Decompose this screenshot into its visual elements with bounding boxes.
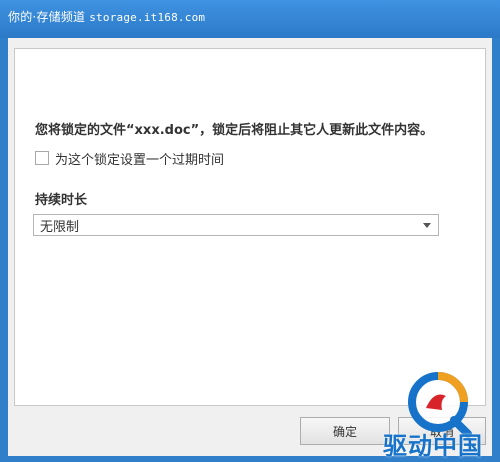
duration-select[interactable]: 无限制	[33, 214, 439, 236]
expiry-checkbox-label[interactable]: 为这个锁定设置一个过期时间	[55, 149, 224, 168]
title-bar: 你的·存储频道 storage.it168.com	[0, 0, 500, 38]
expiry-checkbox[interactable]	[35, 151, 49, 165]
watermark-url: storage.it168.com	[89, 11, 206, 24]
chevron-down-icon[interactable]	[423, 222, 431, 228]
content-panel: 您将锁定的文件“xxx.doc”，锁定后将阻止其它人更新此文件内容。 为这个锁定…	[14, 48, 486, 406]
expiry-checkbox-row[interactable]: 为这个锁定设置一个过期时间	[35, 149, 224, 168]
duration-select-value: 无限制	[40, 219, 80, 235]
watermark-text: 你的·存储频道 storage.it168.com	[8, 8, 205, 25]
lock-message: 您将锁定的文件“xxx.doc”，锁定后将阻止其它人更新此文件内容。	[35, 123, 434, 138]
watermark-prefix: 你的·存储频道	[8, 10, 86, 24]
duration-label: 持续时长	[35, 193, 88, 208]
logo-text: 驱动中国	[383, 432, 483, 460]
